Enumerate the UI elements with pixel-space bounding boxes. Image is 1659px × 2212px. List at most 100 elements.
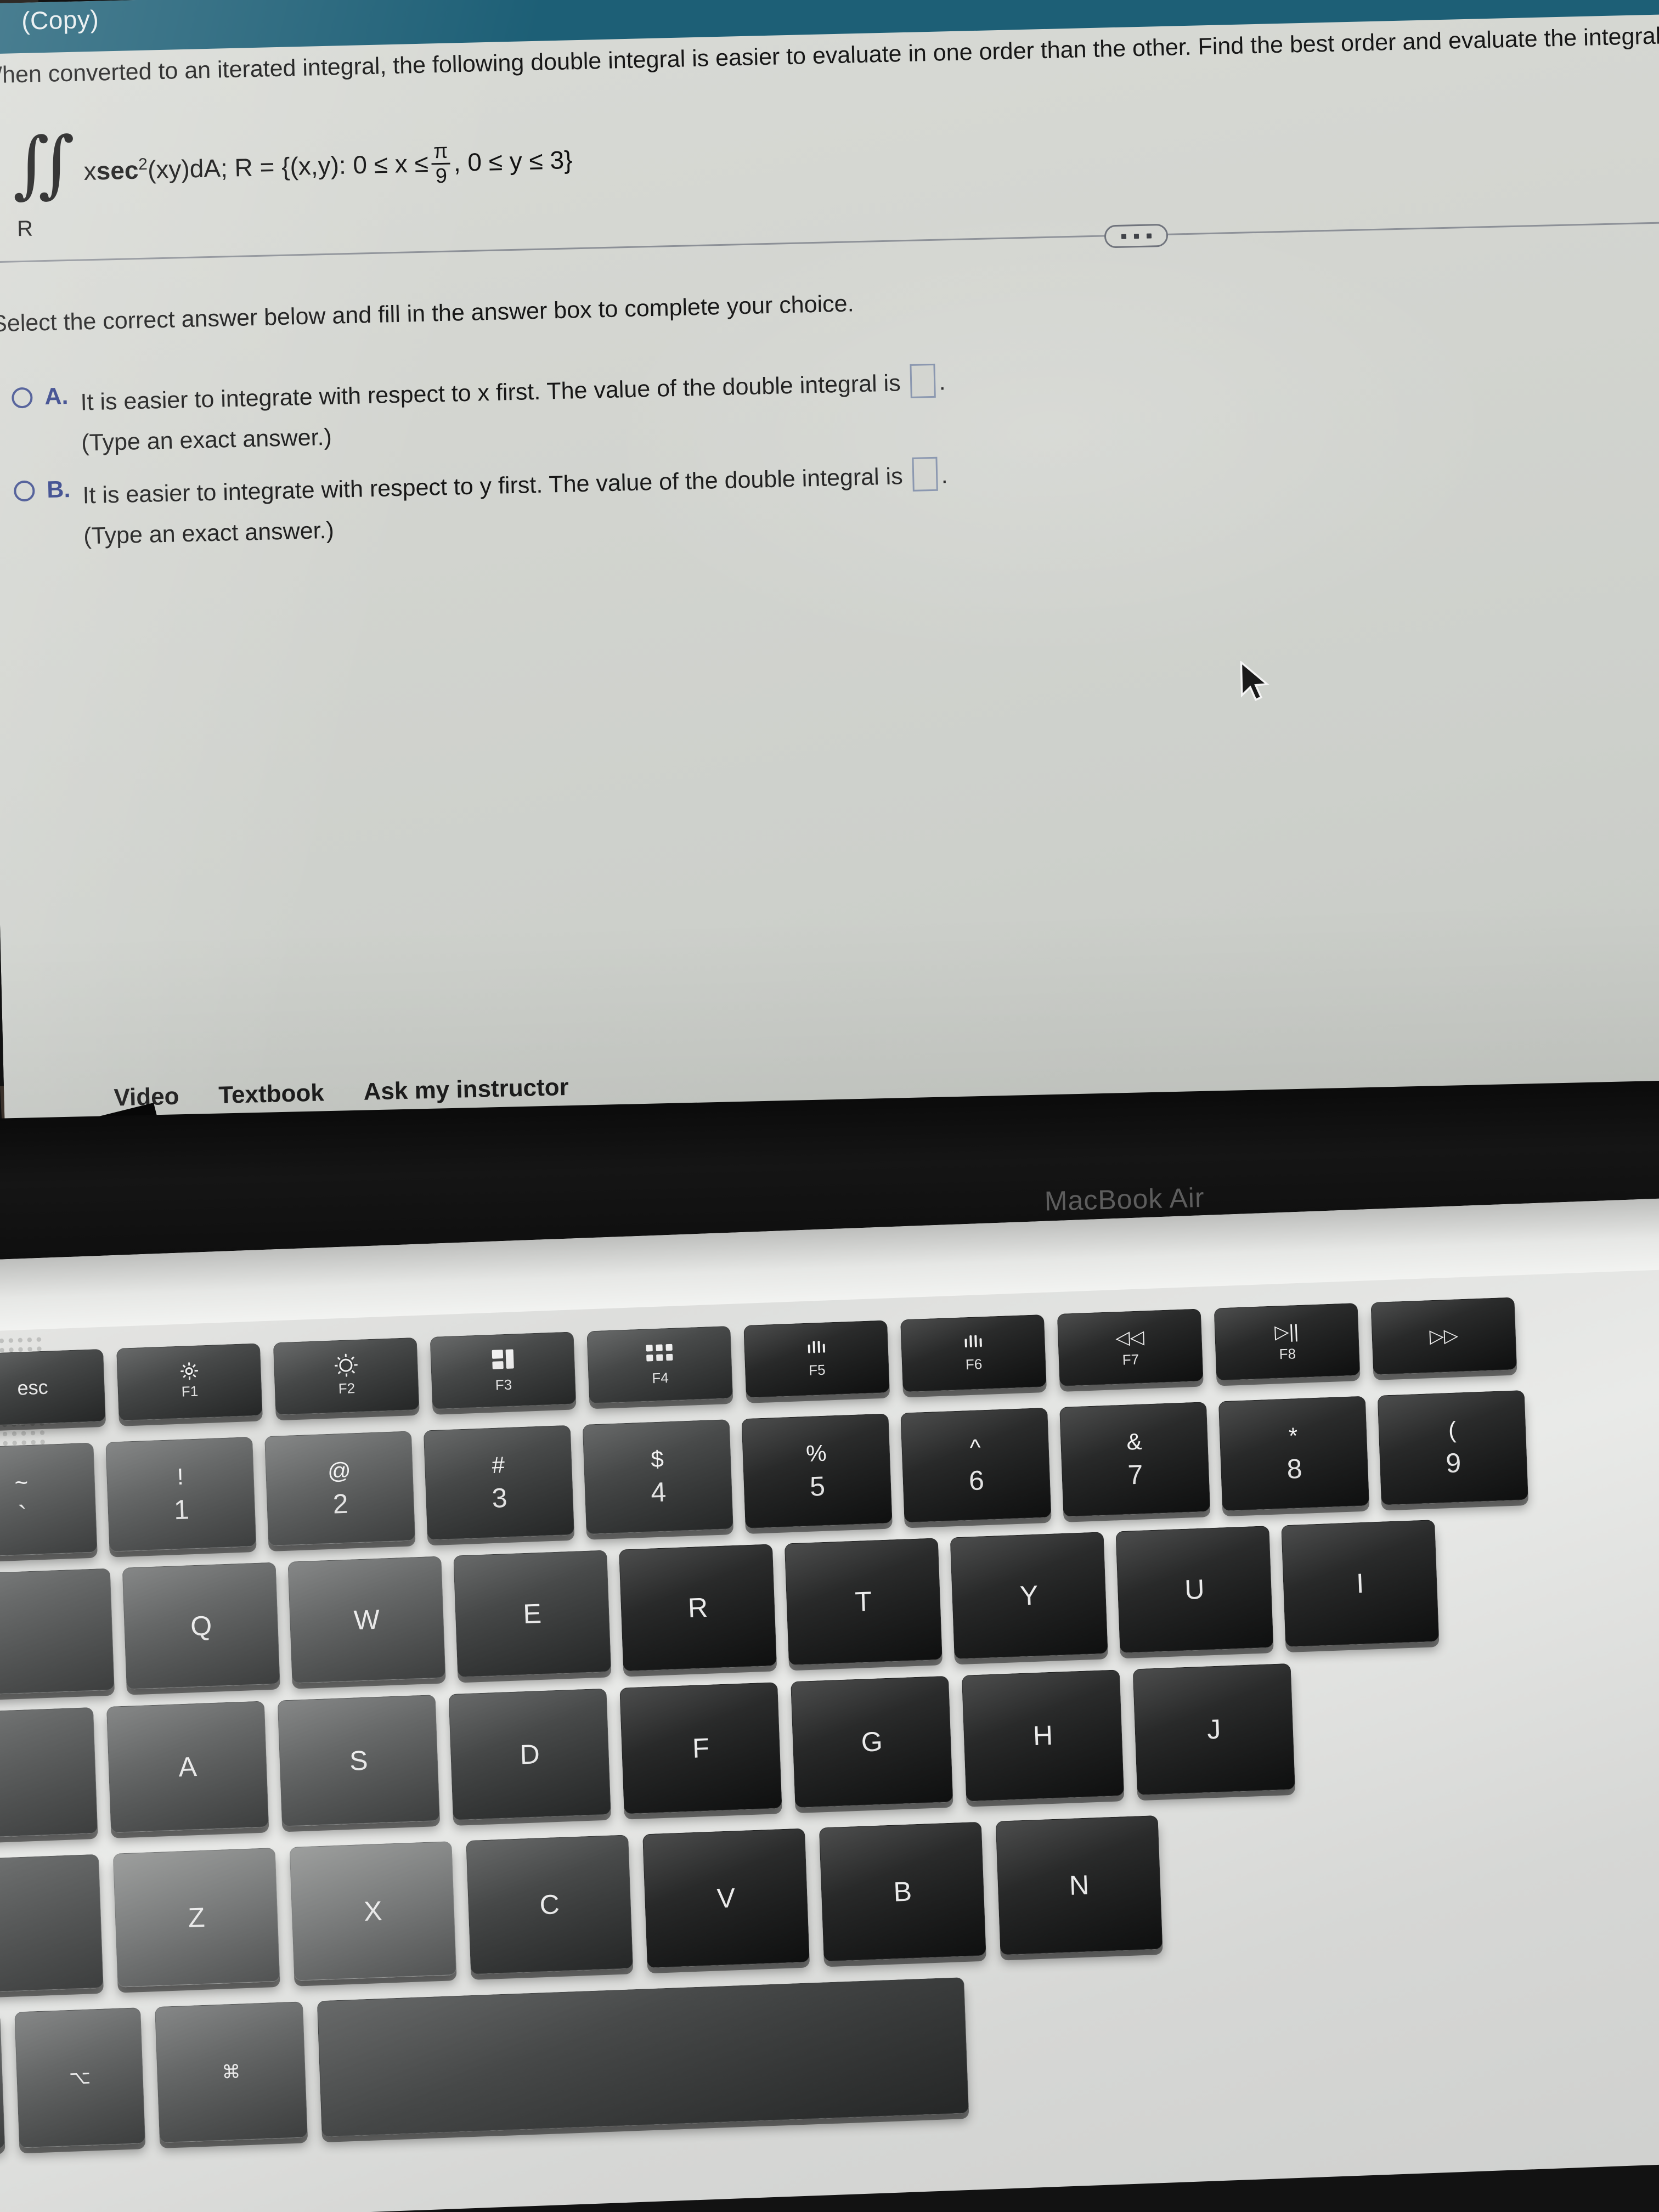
integrand-sec: sec	[96, 155, 139, 185]
rewind-icon: ◁◁	[1115, 1327, 1145, 1349]
key-f6-label: F6	[965, 1356, 983, 1373]
key-f2-label: F2	[338, 1380, 356, 1397]
key-f6[interactable]: F6	[900, 1314, 1047, 1392]
choice-b-body: It is easier to integrate with respect t…	[82, 456, 948, 511]
key-1[interactable]: ! 1	[105, 1436, 257, 1552]
key-f4-label: F4	[651, 1369, 669, 1387]
key-h[interactable]: H	[961, 1669, 1125, 1802]
fraction-denominator: 9	[435, 164, 448, 188]
integrand-x: x	[83, 156, 97, 185]
textbook-link[interactable]: Textbook	[218, 1079, 324, 1109]
key-caps-lock[interactable]: lock	[0, 1707, 98, 1843]
key-f2[interactable]: F2	[273, 1337, 420, 1415]
key-space[interactable]	[317, 1977, 969, 2137]
ask-my-instructor-link[interactable]: Ask my instructor	[363, 1074, 569, 1106]
key-4[interactable]: $ 4	[582, 1419, 733, 1534]
key-v[interactable]: V	[642, 1828, 810, 1968]
key-g[interactable]: G	[791, 1675, 953, 1808]
key-command[interactable]: ⌘	[155, 2001, 308, 2143]
choice-a-hint: (Type an exact answer.)	[81, 424, 332, 456]
key-i-label: I	[1356, 1567, 1365, 1599]
fast-forward-icon: ▷▷	[1429, 1325, 1459, 1347]
region-subscript: R	[16, 216, 33, 241]
key-s[interactable]: S	[277, 1695, 440, 1827]
key-f5[interactable]: F5	[743, 1320, 890, 1398]
key-6[interactable]: ^ 6	[900, 1407, 1052, 1523]
key-j[interactable]: J	[1132, 1663, 1295, 1796]
key-b[interactable]: B	[819, 1821, 986, 1962]
key-1-shift: !	[176, 1463, 184, 1490]
key-f4[interactable]: F4	[586, 1325, 733, 1404]
key-c[interactable]: C	[466, 1835, 634, 1975]
key-control[interactable]: ^	[0, 2012, 5, 2153]
key-r[interactable]: R	[619, 1544, 777, 1672]
key-f3-label: F3	[495, 1376, 512, 1393]
answer-input-b[interactable]	[912, 456, 939, 492]
key-2-main: 2	[332, 1488, 349, 1520]
key-v-label: V	[716, 1882, 736, 1914]
integrand-exponent: 2	[138, 155, 148, 173]
key-a-label: A	[178, 1751, 198, 1783]
key-4-shift: $	[650, 1446, 664, 1472]
key-2[interactable]: @ 2	[264, 1431, 416, 1547]
key-s-label: S	[349, 1745, 369, 1776]
region-definition-prefix: R = {(x,y): 0 ≤ x ≤	[234, 148, 429, 182]
key-e[interactable]: E	[453, 1550, 612, 1678]
key-d[interactable]: D	[448, 1688, 611, 1821]
key-i[interactable]: I	[1281, 1520, 1440, 1647]
key-esc[interactable]: esc	[0, 1348, 106, 1427]
key-z[interactable]: Z	[112, 1847, 280, 1988]
key-c-label: C	[539, 1889, 560, 1921]
keyboard-zxcv-row: Z X C V B N	[0, 1815, 1163, 2000]
key-q[interactable]: Q	[122, 1562, 280, 1690]
key-tab[interactable]: tab	[0, 1568, 115, 1699]
key-y[interactable]: Y	[950, 1532, 1108, 1660]
key-4-main: 4	[650, 1476, 667, 1508]
key-f8-label: F8	[1279, 1345, 1296, 1363]
keyboard-home-row: lock A S D F G H J	[0, 1663, 1295, 1843]
key-f1[interactable]: F1	[116, 1343, 263, 1421]
key-f9[interactable]: ▷▷	[1370, 1297, 1517, 1375]
key-f[interactable]: F	[619, 1682, 782, 1814]
key-t[interactable]: T	[784, 1538, 943, 1666]
key-backtick[interactable]: ~ `	[0, 1442, 98, 1558]
key-f7[interactable]: ◁◁ F7	[1057, 1308, 1204, 1386]
key-y-label: Y	[1019, 1579, 1039, 1611]
key-option[interactable]: ⌥	[14, 2007, 146, 2148]
key-9-shift: (	[1448, 1417, 1457, 1443]
key-6-main: 6	[968, 1465, 985, 1497]
choice-a-period: .	[938, 369, 946, 396]
choice-a-letter: A.	[44, 383, 69, 410]
key-a[interactable]: A	[106, 1701, 269, 1833]
fraction-numerator: π	[433, 139, 448, 163]
key-8-main: 8	[1286, 1453, 1303, 1485]
integrand-arg: (xy)dA;	[147, 153, 228, 184]
key-n[interactable]: N	[995, 1815, 1163, 1955]
launchpad-icon	[646, 1344, 673, 1362]
choice-b-hint: (Type an exact answer.)	[83, 517, 335, 550]
key-j-label: J	[1206, 1713, 1222, 1745]
key-h-label: H	[1032, 1719, 1054, 1752]
key-8[interactable]: * 8	[1218, 1396, 1370, 1511]
key-9[interactable]: ( 9	[1377, 1390, 1528, 1505]
mission-control-icon	[492, 1348, 514, 1369]
key-7[interactable]: & 7	[1059, 1402, 1211, 1517]
laptop-photo: (Copy) When converted to an iterated int…	[0, 0, 1659, 2212]
keyboard-deck: esc F1 F2 F3 F4 F5 F6 ◁◁ F7 ▷|| F8 ▷▷ ~ …	[0, 1195, 1659, 2212]
answer-input-a[interactable]	[910, 363, 936, 398]
keyboard-brightness-down-icon	[808, 1340, 825, 1353]
key-f8[interactable]: ▷|| F8	[1214, 1302, 1361, 1381]
key-shift-left[interactable]	[0, 1854, 104, 2000]
key-3[interactable]: # 3	[423, 1425, 575, 1541]
ellipsis-icon[interactable]	[1104, 223, 1169, 249]
radio-button-a[interactable]	[11, 387, 33, 409]
key-f7-label: F7	[1122, 1351, 1139, 1368]
command-icon: ⌘	[221, 2061, 241, 2083]
key-f3[interactable]: F3	[430, 1331, 577, 1409]
key-5[interactable]: % 5	[741, 1413, 893, 1529]
key-u[interactable]: U	[1115, 1526, 1274, 1654]
key-w[interactable]: W	[287, 1556, 446, 1684]
key-5-shift: %	[805, 1440, 827, 1466]
radio-button-b[interactable]	[13, 480, 35, 502]
key-x[interactable]: X	[289, 1841, 457, 1981]
